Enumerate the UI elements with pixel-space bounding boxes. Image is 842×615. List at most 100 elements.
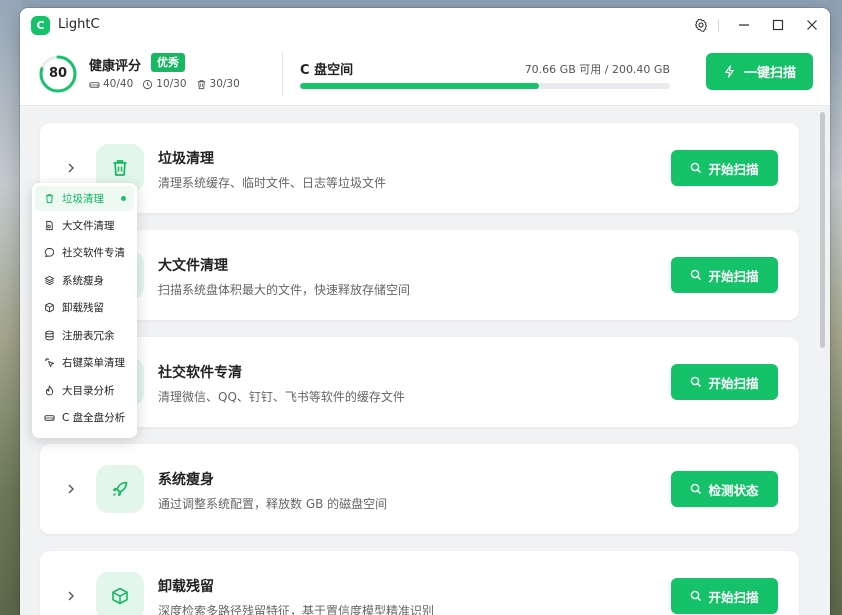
maximize-icon (772, 19, 784, 31)
feature-description: 清理微信、QQ、钉钉、飞书等软件的缓存文件 (158, 390, 405, 404)
app-title: LightC (58, 17, 100, 32)
health-title: 健康评分 (89, 59, 142, 74)
start-scan-button[interactable]: 开始扫描 (671, 578, 778, 614)
check-status-button[interactable]: 检测状态 (671, 471, 778, 507)
titlebar-divider (718, 19, 719, 32)
feature-nav-menu: 垃圾清理 大文件清理 社交软件专清 系统瘦身 卸载残留 注册表冗余 右键菜单清理… (32, 183, 137, 438)
menu-item-registry[interactable]: 注册表冗余 (35, 323, 134, 348)
search-icon (691, 376, 702, 387)
app-logo: C (31, 16, 50, 35)
menu-item-social-apps[interactable]: 社交软件专清 (35, 240, 134, 265)
disk-info: 70.66 GB 可用 / 200.40 GB (524, 63, 670, 76)
close-button[interactable] (800, 13, 824, 37)
clock-icon (143, 79, 153, 89)
stat-drive-value: 40/40 (103, 78, 134, 90)
layers-icon (43, 275, 55, 287)
start-scan-button[interactable]: 开始扫描 (671, 257, 778, 293)
one-click-scan-label: 一键扫描 (743, 66, 796, 81)
start-scan-label: 开始扫描 (708, 268, 759, 284)
menu-item-uninstall-residue[interactable]: 卸载残留 (35, 295, 134, 320)
maximize-button[interactable] (766, 13, 790, 37)
feature-title: 卸载残留 (158, 579, 214, 595)
check-status-label: 检测状态 (708, 482, 759, 498)
rocket-icon (96, 465, 144, 513)
chat-icon (43, 247, 55, 259)
desktop-wallpaper-left (0, 0, 22, 615)
minimize-icon (739, 24, 749, 26)
database-icon (43, 330, 55, 342)
search-icon (691, 269, 702, 280)
minimize-button[interactable] (732, 13, 756, 37)
drive-icon (89, 81, 100, 88)
settings-icon[interactable] (689, 13, 713, 37)
disk-usage-fill (300, 83, 540, 89)
one-click-scan-button[interactable]: 一键扫描 (706, 53, 813, 90)
disk-title: C 盘空间 (300, 63, 354, 78)
search-icon (691, 590, 702, 601)
search-icon (691, 162, 702, 173)
menu-item-label: 垃圾清理 (62, 193, 104, 205)
chevron-right-icon (68, 591, 74, 601)
menu-item-label: 右键菜单清理 (62, 357, 125, 369)
app-window: C LightC 80 健康评分 优秀 40/40 10/30 30/30 C … (20, 8, 830, 615)
trash-icon (43, 193, 55, 205)
feature-card-social-apps[interactable]: 社交软件专清 清理微信、QQ、钉钉、飞书等软件的缓存文件 开始扫描 (40, 337, 799, 427)
menu-item-label: 注册表冗余 (62, 330, 115, 342)
menu-item-label: 卸载残留 (62, 302, 104, 314)
disk-usage-bar (300, 83, 670, 89)
feature-title: 垃圾清理 (158, 151, 214, 167)
cursor-icon (43, 357, 55, 369)
active-indicator-dot (121, 196, 126, 201)
search-icon (691, 483, 702, 494)
menu-item-label: 大文件清理 (62, 220, 115, 232)
feature-card-uninstall-residue[interactable]: 卸载残留 深度检索多路径残留特征，基于置信度模型精准识别 开始扫描 (40, 551, 799, 615)
menu-item-large-dirs[interactable]: 大目录分析 (35, 378, 134, 403)
stat-drive: 40/40 (89, 78, 133, 90)
close-icon (807, 20, 817, 30)
trash-icon (197, 79, 205, 89)
flame-icon (43, 385, 55, 397)
feature-list: 垃圾清理 清理系统缓存、临时文件、日志等垃圾文件 开始扫描 大文件清理 扫描系统… (20, 107, 830, 615)
scrollbar-thumb[interactable] (820, 112, 825, 348)
box-icon (96, 572, 144, 615)
feature-description: 通过调整系统配置，释放数 GB 的磁盘空间 (158, 497, 388, 511)
start-scan-label: 开始扫描 (708, 375, 759, 391)
menu-item-junk-clean[interactable]: 垃圾清理 (35, 186, 134, 211)
feature-title: 系统瘦身 (158, 472, 214, 488)
feature-title: 社交软件专清 (158, 365, 242, 381)
feature-card-system-slim[interactable]: 系统瘦身 通过调整系统配置，释放数 GB 的磁盘空间 检测状态 (40, 444, 799, 534)
menu-item-system-slim[interactable]: 系统瘦身 (35, 268, 134, 293)
menu-item-label: 系统瘦身 (62, 275, 104, 287)
chevron-right-icon (68, 163, 74, 173)
chevron-right-icon (68, 484, 74, 494)
feature-description: 清理系统缓存、临时文件、日志等垃圾文件 (158, 176, 387, 190)
feature-card-junk[interactable]: 垃圾清理 清理系统缓存、临时文件、日志等垃圾文件 开始扫描 (40, 123, 799, 213)
desktop-wallpaper-right (828, 0, 842, 615)
start-scan-label: 开始扫描 (708, 161, 759, 177)
header-divider (282, 52, 283, 96)
title-bar: C LightC (20, 8, 830, 42)
start-scan-button[interactable]: 开始扫描 (671, 150, 778, 186)
menu-item-label: 社交软件专清 (62, 247, 125, 259)
stat-trash: 30/30 (196, 78, 240, 90)
box-icon (43, 302, 55, 314)
menu-item-c-drive-analysis[interactable]: C 盘全盘分析 (35, 405, 134, 430)
start-scan-button[interactable]: 开始扫描 (671, 364, 778, 400)
menu-item-label: 大目录分析 (62, 385, 115, 397)
health-score-value: 80 (48, 66, 68, 81)
health-stats: 40/40 10/30 30/30 (89, 78, 240, 90)
feature-title: 大文件清理 (158, 258, 228, 274)
stat-clock-value: 10/30 (156, 78, 187, 90)
stat-clock: 10/30 (142, 78, 187, 90)
bolt-icon (725, 65, 734, 78)
feature-description: 深度检索多路径残留特征，基于置信度模型精准识别 (158, 604, 435, 615)
start-scan-label: 开始扫描 (708, 589, 759, 605)
stat-trash-value: 30/30 (209, 78, 240, 90)
menu-item-context-menu[interactable]: 右键菜单清理 (35, 350, 134, 375)
status-header: 80 健康评分 优秀 40/40 10/30 30/30 C 盘空间 70.66… (20, 42, 830, 106)
menu-item-large-files[interactable]: 大文件清理 (35, 213, 134, 238)
menu-item-label: C 盘全盘分析 (62, 412, 126, 424)
feature-card-large-files[interactable]: 大文件清理 扫描系统盘体积最大的文件，快速释放存储空间 开始扫描 (40, 230, 799, 320)
drive-icon (43, 412, 55, 424)
health-badge: 优秀 (151, 53, 185, 72)
